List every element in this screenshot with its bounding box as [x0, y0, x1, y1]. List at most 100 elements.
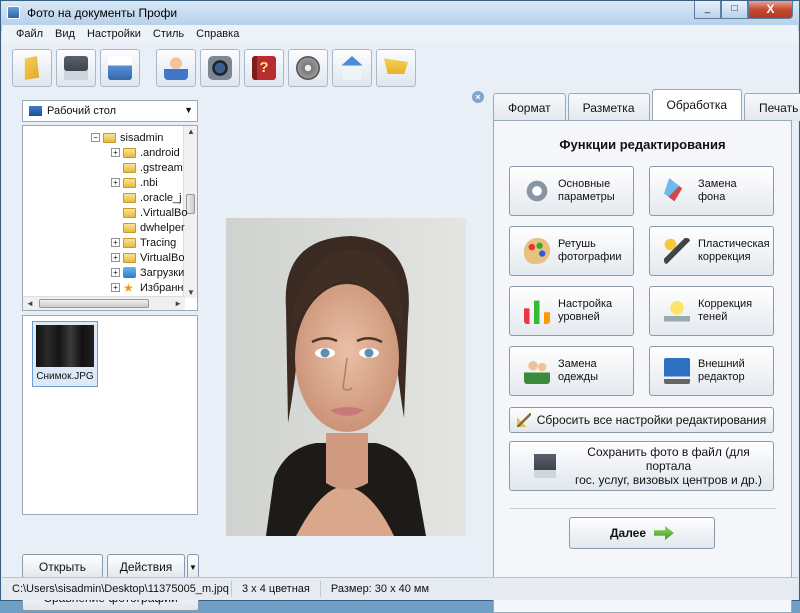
- replace-background-button[interactable]: Замена фона: [649, 166, 774, 216]
- menu-help[interactable]: Справка: [190, 25, 245, 43]
- scroll-up-icon[interactable]: ▲: [187, 127, 195, 136]
- app-icon: [7, 6, 20, 19]
- downloads-icon: [123, 267, 136, 278]
- external-editor-line1: Внешний: [698, 358, 745, 370]
- tree-item[interactable]: + .nbi: [111, 175, 158, 190]
- retouch-line2: фотографии: [558, 251, 622, 263]
- tree-item[interactable]: .gstream: [111, 160, 183, 175]
- scroll-down-icon[interactable]: ▼: [187, 288, 195, 297]
- reset-settings-button[interactable]: Сбросить все настройки редактирования: [509, 407, 774, 433]
- minimize-button[interactable]: _: [694, 1, 721, 19]
- video-button[interactable]: [288, 49, 328, 87]
- save-button[interactable]: [56, 49, 96, 87]
- menu-view[interactable]: Вид: [49, 25, 81, 43]
- plastic-correction-button[interactable]: Пластическая коррекция: [649, 226, 774, 276]
- thumbnail-item[interactable]: Снимок.JPG: [32, 321, 98, 387]
- expand-toggle[interactable]: +: [111, 268, 120, 277]
- tree-item[interactable]: + Загрузки: [111, 265, 184, 280]
- portrait-image: [226, 218, 466, 536]
- basic-params-line1: Основные: [558, 178, 611, 190]
- main-content: ? Рабочий стол ▼ ▲ ▼ ◄ ► − sisadmin + .a…: [2, 43, 800, 613]
- chevron-down-icon: ▼: [189, 562, 197, 572]
- scroll-thumb[interactable]: [39, 299, 149, 308]
- folder-icon: [123, 252, 136, 263]
- shadow-correction-button[interactable]: Коррекция теней: [649, 286, 774, 336]
- levels-button[interactable]: Настройка уровней: [509, 286, 634, 336]
- tree-item[interactable]: − sisadmin: [91, 130, 163, 145]
- shop-button[interactable]: [376, 49, 416, 87]
- divider: [510, 508, 776, 509]
- print-button[interactable]: [100, 49, 140, 87]
- folder-icon: [123, 222, 136, 233]
- file-explorer-panel: Рабочий стол ▼ ▲ ▼ ◄ ► − sisadmin + .androi…: [18, 95, 202, 611]
- replace-background-line2: фона: [698, 191, 726, 203]
- tree-item-label: .gstream: [140, 161, 183, 174]
- tree-horizontal-scrollbar[interactable]: ◄ ►: [23, 296, 185, 310]
- close-panel-icon[interactable]: ×: [472, 91, 484, 103]
- folder-icon: [123, 162, 136, 173]
- folder-tree[interactable]: ▲ ▼ ◄ ► − sisadmin + .android .gstream + .nbi.…: [22, 125, 198, 311]
- help-book-icon: ?: [252, 56, 276, 80]
- thumbnail-image: [36, 325, 94, 367]
- tree-item-label: Загрузки: [140, 266, 185, 279]
- scroll-right-icon[interactable]: ►: [174, 299, 182, 308]
- panel-title: Функции редактирования: [559, 137, 726, 152]
- replace-clothes-button[interactable]: Замена одежды: [509, 346, 634, 396]
- external-editor-button[interactable]: Внешний редактор: [649, 346, 774, 396]
- location-dropdown[interactable]: Рабочий стол ▼: [22, 100, 198, 122]
- broom-icon: [516, 413, 531, 427]
- home-button[interactable]: [332, 49, 372, 87]
- camera-button[interactable]: [200, 49, 240, 87]
- expand-toggle[interactable]: +: [111, 238, 120, 247]
- editing-panel: Функции редактирования Основные параметры…: [493, 120, 792, 613]
- app-window: Фото на документы Профи _ □ X Файл Вид Н…: [0, 0, 800, 613]
- open-folder-icon: [24, 56, 40, 80]
- expand-toggle[interactable]: −: [91, 133, 100, 142]
- save-photo-button[interactable]: Сохранить фото в файл (для портала гос. …: [509, 441, 774, 491]
- expand-toggle[interactable]: +: [111, 178, 120, 187]
- tree-item[interactable]: dwhelper: [111, 220, 185, 235]
- help-button[interactable]: ?: [244, 49, 284, 87]
- tree-item[interactable]: + VirtualBo: [111, 250, 184, 265]
- photo-preview[interactable]: [226, 218, 466, 536]
- tab-processing[interactable]: Обработка: [651, 89, 743, 121]
- arrow-right-icon: [654, 526, 675, 540]
- film-reel-icon: [296, 56, 320, 80]
- basic-params-button[interactable]: Основные параметры: [509, 166, 634, 216]
- tab-markup[interactable]: Разметка: [567, 93, 650, 121]
- maximize-button[interactable]: □: [721, 1, 748, 19]
- tree-item[interactable]: + .android: [111, 145, 180, 160]
- menu-file[interactable]: Файл: [10, 25, 49, 43]
- tree-item-label: dwhelper: [140, 221, 185, 234]
- folder-icon: [123, 237, 136, 248]
- retouch-button[interactable]: Ретушь фотографии: [509, 226, 634, 276]
- tree-item[interactable]: + Tracing: [111, 235, 176, 250]
- reset-settings-label: Сбросить все настройки редактирования: [536, 413, 767, 427]
- save-photo-line2: гос. услуг, визовых центров и др.): [575, 473, 762, 487]
- tree-item-label: Tracing: [140, 236, 177, 249]
- expand-toggle[interactable]: +: [111, 148, 120, 157]
- monitor-icon: [664, 358, 690, 384]
- status-bar: C:\Users\sisadmin\Desktop\11375005_m.jpq…: [2, 577, 798, 600]
- status-path: C:\Users\sisadmin\Desktop\11375005_m.jpq: [2, 581, 232, 597]
- tree-item[interactable]: .oracle_j: [111, 190, 182, 205]
- print-icon: [108, 56, 132, 80]
- next-button[interactable]: Далее: [569, 517, 715, 549]
- expand-toggle[interactable]: +: [111, 253, 120, 262]
- tree-item[interactable]: + ★ Избранн: [111, 280, 184, 295]
- tree-item-label: .oracle_j: [140, 191, 182, 204]
- tab-format[interactable]: Формат: [493, 93, 566, 121]
- tree-item-label: .nbi: [140, 176, 158, 189]
- menu-settings[interactable]: Настройки: [81, 25, 147, 43]
- expand-toggle[interactable]: +: [111, 283, 120, 292]
- folder-icon: [123, 192, 136, 203]
- menu-style[interactable]: Стиль: [147, 25, 190, 43]
- close-button[interactable]: X: [748, 1, 793, 19]
- person-button[interactable]: [156, 49, 196, 87]
- people-icon: [524, 358, 550, 384]
- tab-print[interactable]: Печать: [744, 93, 800, 121]
- open-file-button[interactable]: [12, 49, 52, 87]
- tree-item[interactable]: .VirtualBo: [111, 205, 188, 220]
- scroll-left-icon[interactable]: ◄: [26, 299, 34, 308]
